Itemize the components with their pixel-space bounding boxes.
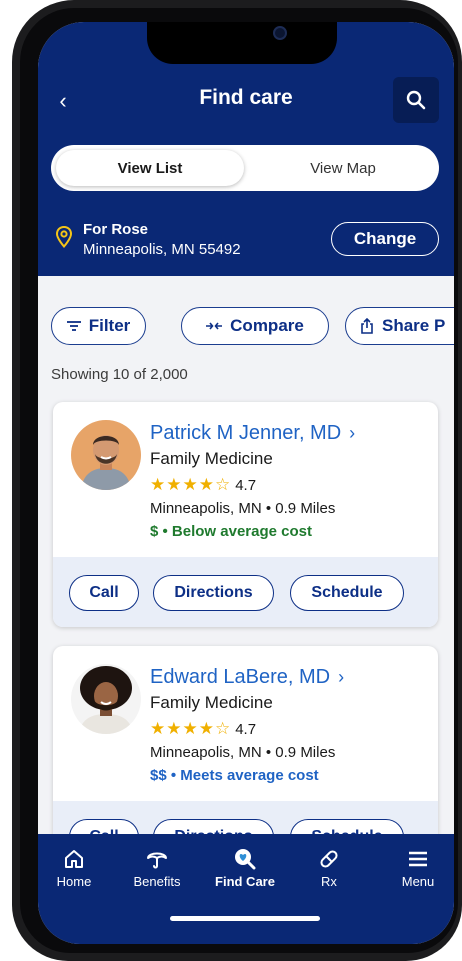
home-indicator[interactable]	[170, 916, 320, 921]
page-title: Find care	[199, 86, 293, 109]
view-map-tab[interactable]: View Map	[251, 150, 435, 186]
provider-actions: Call Directions Schedule	[53, 557, 438, 627]
provider-specialty: Family Medicine	[150, 693, 273, 712]
avatar	[71, 664, 141, 734]
location-pin-icon	[56, 226, 72, 248]
camera	[273, 26, 287, 40]
provider-card: Patrick M Jenner, MD › Family Medicine ★★…	[53, 402, 438, 627]
filter-chip[interactable]: Filter	[51, 307, 146, 345]
provider-card-body: Patrick M Jenner, MD › Family Medicine ★★…	[53, 402, 438, 557]
filter-icon	[66, 321, 81, 331]
tab-rx[interactable]: Rx	[294, 846, 364, 889]
search-icon	[406, 90, 426, 110]
provider-photo-icon	[71, 664, 141, 734]
schedule-button[interactable]: Schedule	[290, 575, 404, 611]
compare-chip[interactable]: Compare	[181, 307, 329, 345]
filter-chip-label: Filter	[88, 316, 131, 335]
location-name: For Rose	[83, 221, 149, 238]
provider-cost: $$ • Meets average cost	[150, 767, 319, 784]
rating-value: 4.7	[235, 720, 257, 738]
provider-rating: ★★★★☆ 4.7	[150, 475, 256, 495]
location-address: Minneapolis, MN 55492	[83, 241, 241, 258]
tab-home[interactable]: Home	[39, 846, 109, 889]
provider-name-link[interactable]: Edward LaBere, MD ›	[150, 666, 344, 689]
provider-location: Minneapolis, MN • 0.9 Miles	[150, 744, 336, 761]
share-chip-label: Share P	[382, 316, 446, 335]
star-rating-icon: ★★★★☆	[150, 475, 232, 494]
share-chip[interactable]: Share P	[345, 307, 454, 345]
view-list-tab[interactable]: View List	[56, 150, 244, 186]
menu-icon	[409, 851, 427, 867]
tab-rx-label: Rx	[321, 874, 337, 889]
find-care-icon	[235, 849, 256, 870]
provider-rating: ★★★★☆ 4.7	[150, 719, 256, 739]
tab-benefits-label: Benefits	[133, 874, 181, 889]
chevron-right-icon: ›	[338, 667, 345, 687]
compare-chip-label: Compare	[230, 316, 304, 335]
provider-specialty: Family Medicine	[150, 449, 273, 468]
chip-row: Filter Compare Share P	[51, 307, 454, 347]
tab-find-care[interactable]: Find Care	[210, 846, 280, 889]
results-count: Showing 10 of 2,000	[51, 366, 188, 383]
star-rating-icon: ★★★★☆	[150, 719, 232, 738]
header: ‹ Find care View List View Map For Rose …	[38, 22, 454, 276]
change-location-button[interactable]: Change	[331, 222, 439, 256]
directions-button[interactable]: Directions	[153, 575, 274, 611]
tab-benefits[interactable]: Benefits	[122, 846, 192, 889]
tab-home-label: Home	[56, 874, 92, 889]
provider-photo-icon	[71, 420, 141, 490]
notch	[147, 22, 337, 64]
call-button[interactable]: Call	[69, 575, 139, 611]
results-area: Filter Compare Share P Showing 10 of 2,0…	[38, 284, 454, 871]
view-toggle: View List View Map	[51, 145, 439, 191]
tab-menu[interactable]: Menu	[383, 846, 453, 889]
provider-card-body: Edward LaBere, MD › Family Medicine ★★★★☆…	[53, 646, 438, 801]
search-button[interactable]	[393, 77, 439, 123]
bottom-tab-bar: Home Benefits Find Care Rx Menu	[38, 834, 454, 944]
provider-name: Edward LaBere, MD	[150, 666, 331, 688]
provider-name: Patrick M Jenner, MD	[150, 422, 342, 444]
compare-icon	[206, 322, 223, 330]
app-screen: ‹ Find care View List View Map For Rose …	[38, 22, 454, 944]
pill-icon	[320, 850, 338, 868]
umbrella-icon	[147, 852, 167, 869]
rating-value: 4.7	[235, 476, 257, 494]
avatar	[71, 420, 141, 490]
chevron-right-icon: ›	[349, 423, 356, 443]
provider-location: Minneapolis, MN • 0.9 Miles	[150, 500, 336, 517]
tab-find-care-label: Find Care	[215, 874, 275, 889]
provider-name-link[interactable]: Patrick M Jenner, MD ›	[150, 422, 355, 445]
provider-cost: $ • Below average cost	[150, 523, 312, 540]
home-icon	[65, 850, 83, 868]
share-icon	[361, 318, 373, 334]
tab-menu-label: Menu	[401, 874, 435, 889]
